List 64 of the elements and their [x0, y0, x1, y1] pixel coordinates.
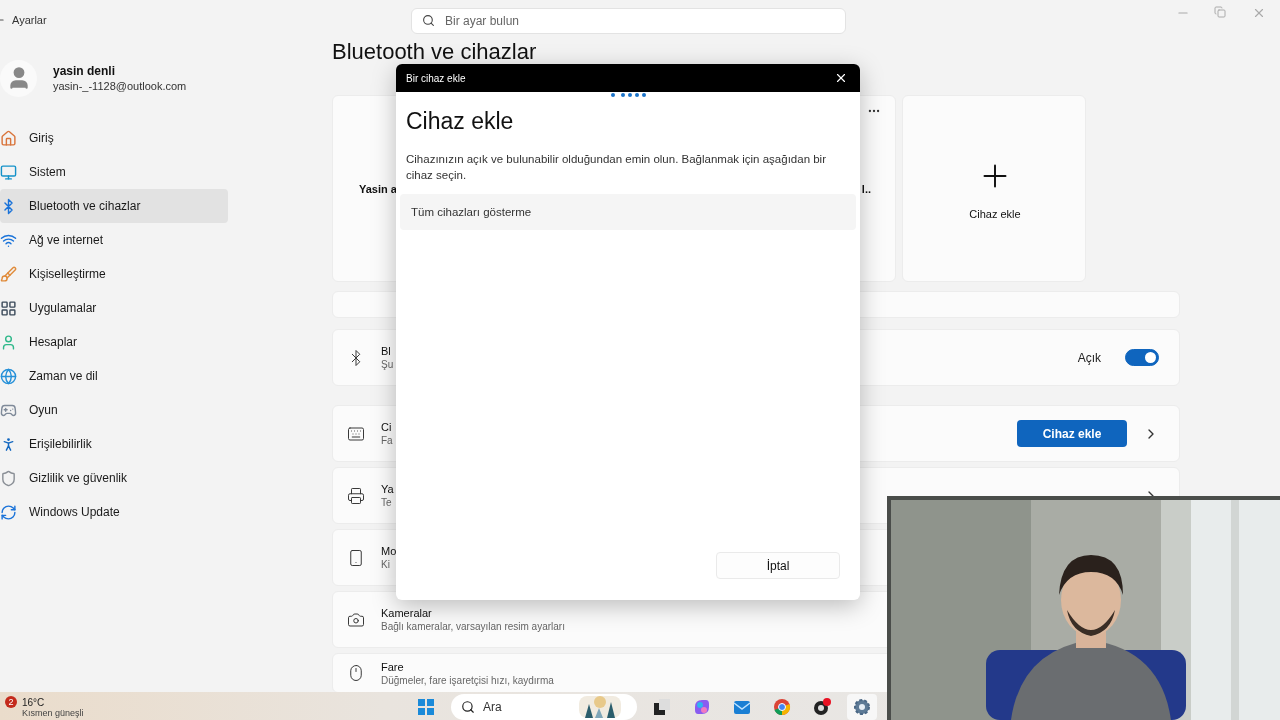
weather-text: Kısmen güneşli [22, 708, 84, 718]
restore-icon [1214, 6, 1226, 18]
sidebar-item[interactable]: Giriş [0, 121, 228, 155]
search-icon [461, 700, 475, 714]
sidebar-item[interactable]: Uygulamalar [0, 291, 228, 325]
row-title: Kameralar [381, 607, 432, 619]
row-subtitle: Düğmeler, fare işaretçisi hızı, kaydırma [381, 674, 554, 686]
sidebar-item[interactable]: Zaman ve dil [0, 359, 228, 393]
search-icon [422, 14, 435, 27]
sidebar-item[interactable]: Kişiselleştirme [0, 257, 228, 291]
keyboard-icon [347, 424, 365, 443]
device-name: l.. [861, 182, 871, 195]
row-title: Ci [381, 421, 392, 433]
sidebar-item[interactable]: Oyun [0, 393, 228, 427]
brush-icon [0, 265, 17, 283]
device-option[interactable]: Tüm cihazları gösterme [400, 194, 856, 230]
progress-dots-icon [610, 92, 646, 98]
phone-icon [347, 548, 365, 567]
refresh-icon [0, 503, 17, 521]
grid-icon [0, 299, 17, 317]
row-title: Fare [381, 660, 404, 673]
person-icon [0, 333, 17, 351]
dialog-title: Bir cihaz ekle [406, 72, 466, 84]
device-name: Yasin a [359, 182, 397, 195]
row-title: Bl [381, 345, 391, 357]
mouse-icon [347, 664, 365, 682]
globe-icon [0, 367, 17, 385]
sidebar-item[interactable]: Gizlilik ve güvenlik [0, 461, 228, 495]
row-subtitle: Şu [381, 359, 394, 370]
page-title: Bluetooth ve cihazlar [332, 40, 538, 64]
sidebar-item[interactable]: Bluetooth ve cihazlar [0, 189, 228, 223]
toggle-state: Açık [1077, 350, 1101, 365]
sidebar-item[interactable]: Ağ ve internet [0, 223, 228, 257]
close-icon [1252, 6, 1266, 20]
temperature: 16°C [22, 697, 46, 708]
row-subtitle: Ki [381, 559, 390, 570]
camera-icon [347, 610, 365, 629]
sidebar-item[interactable]: Windows Update [0, 495, 228, 529]
printer-icon [347, 486, 365, 505]
gear-icon[interactable] [847, 694, 877, 720]
close-button[interactable] [834, 71, 848, 85]
sidebar-item[interactable]: Erişilebilirlik [0, 427, 228, 461]
add-device-card[interactable]: Cihaz ekle [902, 95, 1086, 282]
notification-badge: 2 [5, 696, 17, 708]
toggle-switch[interactable] [1125, 349, 1159, 366]
sidebar-item[interactable]: Sistem [0, 155, 228, 189]
home-icon [0, 129, 17, 147]
shield-icon [0, 469, 17, 487]
row-title: Mo [381, 545, 397, 557]
monitor-icon [0, 163, 17, 181]
dialog-heading: Cihaz ekle [406, 108, 515, 135]
taskbar-search[interactable]: Ara [451, 694, 637, 720]
row-subtitle: Fa [381, 435, 393, 446]
sidebar-item[interactable]: Hesaplar [0, 325, 228, 359]
row-subtitle: Bağlı kameralar, varsayılan resim ayarları [381, 621, 565, 632]
row-subtitle: Te [381, 497, 392, 508]
cancel-button[interactable]: İptal [716, 552, 840, 579]
add-device-button[interactable]: Cihaz ekle [1017, 420, 1127, 447]
app-title: Ayarlar [12, 14, 47, 26]
user-email: yasin-_-1128@outlook.com [53, 80, 187, 92]
row-title: Ya [381, 483, 394, 495]
search-field[interactable]: Bir ayar bulun [411, 8, 846, 34]
user-name: yasin denli [53, 64, 117, 78]
dialog-text: Cihazınızın açık ve bulunabilir olduğundan emin olun. Bağlanmak için aşağıdan bir cihaz seçin. [406, 152, 827, 183]
